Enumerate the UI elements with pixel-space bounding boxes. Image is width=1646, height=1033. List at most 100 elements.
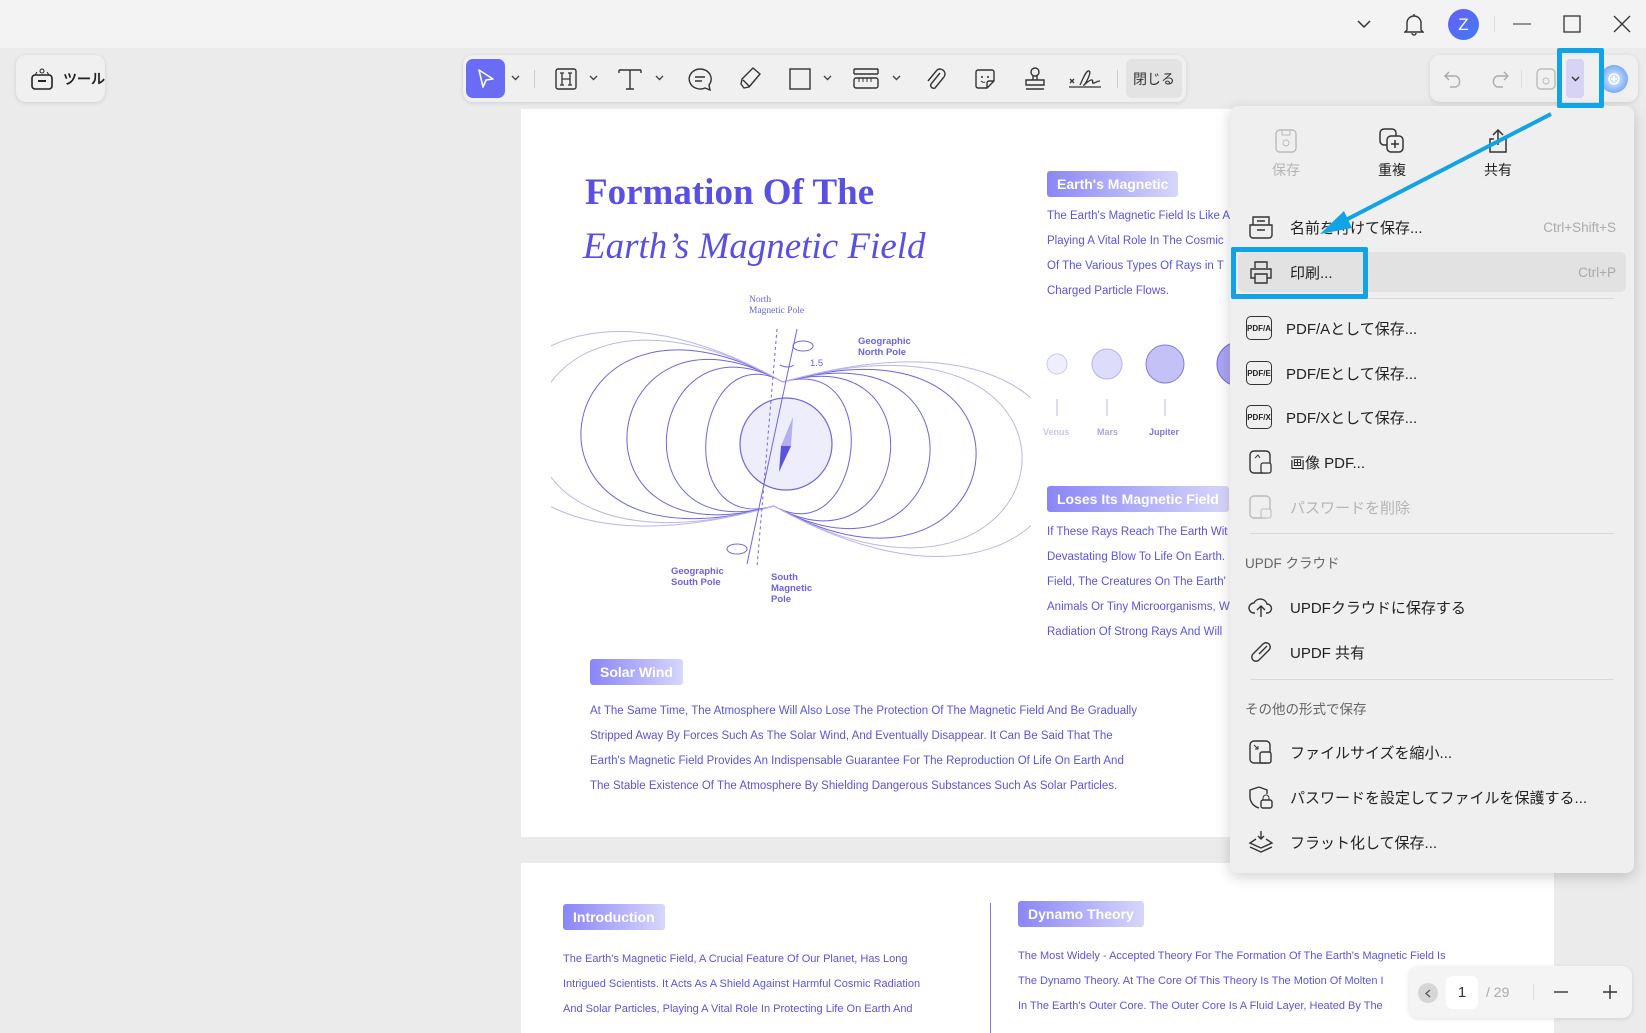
section-tag-dynamo: Dynamo Theory	[1018, 901, 1144, 927]
menu-item-pdfx[interactable]: PDF/X PDF/Xとして保存...	[1238, 397, 1626, 437]
text-line: Intrigued Scientists. It Acts As A Shiel…	[563, 978, 921, 990]
attachment-tool[interactable]	[920, 63, 950, 95]
menu-item-pdfa[interactable]: PDF/A PDF/Aとして保存...	[1238, 308, 1626, 348]
introduction-text: The Earth's Magnetic Field, A Crucial Fe…	[563, 947, 920, 1022]
compress-icon	[1246, 737, 1276, 767]
menu-item-flatten[interactable]: フラット化して保存...	[1238, 822, 1626, 862]
menu-save-label: 保存	[1272, 162, 1300, 178]
menu-item-reduce-size[interactable]: ファイルサイズを縮小...	[1238, 732, 1626, 772]
ruler-icon	[853, 68, 879, 89]
menu-item-protect-password[interactable]: パスワードを設定してファイルを保護する...	[1238, 777, 1626, 817]
save-icon[interactable]	[1534, 63, 1558, 95]
stamp-icon	[1025, 67, 1045, 90]
text-icon	[618, 69, 642, 90]
text-line: If These Rays Reach The Earth Wit	[1047, 526, 1228, 538]
menu-item-label: ファイルサイズを縮小...	[1290, 744, 1453, 762]
pen-icon	[740, 67, 761, 89]
text-line: The Earth's Magnetic Field Is Like A	[1047, 210, 1231, 222]
text-line: The Dynamo Theory. At The Core Of This T…	[1018, 975, 1384, 987]
title-line-1: Formation Of The	[585, 172, 875, 213]
menu-item-save-to-cloud[interactable]: UPDFクラウドに保存する	[1238, 587, 1626, 627]
avatar-letter: Z	[1458, 14, 1469, 34]
stamp-tool[interactable]	[1020, 63, 1050, 95]
zoom-in-button[interactable]	[1602, 984, 1618, 1000]
menu-item-pdfe[interactable]: PDF/E PDF/Eとして保存...	[1238, 353, 1626, 393]
loses-field-text: If These Rays Reach The Earth Wit Devast…	[1047, 520, 1230, 645]
menu-save-button[interactable]: 保存	[1246, 124, 1326, 180]
menu-duplicate-label: 重複	[1378, 162, 1406, 178]
bell-icon[interactable]	[1398, 8, 1430, 40]
divider	[1521, 70, 1522, 88]
avatar[interactable]: Z	[1448, 9, 1479, 40]
right-toolbar	[1430, 55, 1638, 102]
text-line: At The Same Time, The Atmosphere Will Al…	[590, 705, 1137, 717]
flatten-layers-icon	[1246, 827, 1276, 857]
text-line: The Stable Existence Of The Atmosphere B…	[590, 780, 1118, 792]
unlock-icon	[1246, 492, 1276, 522]
text-line: The Most Widely - Accepted Theory For Th…	[1018, 950, 1446, 962]
menu-item-image-pdf[interactable]: 画像 PDF...	[1238, 442, 1626, 482]
ai-assistant-icon[interactable]	[1600, 65, 1628, 93]
redo-icon[interactable]	[1487, 63, 1511, 95]
text-line: Devastating Blow To Life On Earth.	[1047, 551, 1226, 563]
menu-duplicate-button[interactable]: 重複	[1352, 124, 1432, 180]
text-tool[interactable]	[615, 63, 645, 95]
select-tool[interactable]	[466, 59, 505, 98]
solar-wind-text: At The Same Time, The Atmosphere Will Al…	[590, 699, 1137, 799]
save-as-icon	[1246, 212, 1276, 242]
text-line: Charged Particle Flows.	[1047, 285, 1170, 297]
close-icon[interactable]	[1606, 8, 1638, 40]
menu-item-updf-share[interactable]: UPDF 共有	[1238, 632, 1626, 672]
page-number-input[interactable]: 1	[1446, 976, 1478, 1009]
heading-chevron-icon[interactable]	[587, 71, 599, 85]
menu-item-save-as[interactable]: 名前を付けて保存... Ctrl+Shift+S	[1238, 207, 1626, 247]
menu-share-button[interactable]: 共有	[1458, 124, 1538, 180]
comment-tool[interactable]	[685, 63, 715, 95]
menu-item-label: パスワードを設定してファイルを保護する...	[1290, 789, 1588, 807]
zoom-out-button[interactable]	[1553, 984, 1569, 1000]
text-line: And Solar Particles, Playing A Vital Rol…	[563, 1003, 913, 1015]
shortcut-label: Ctrl+P	[1578, 264, 1616, 280]
rectangle-chevron-icon[interactable]	[821, 71, 833, 85]
save-icon	[1275, 129, 1297, 153]
planet-label: Mars	[1097, 427, 1119, 437]
sticker-tool[interactable]	[970, 63, 1000, 95]
north-magnetic-pole-label: North Magnetic Pole	[749, 295, 805, 316]
text-chevron-icon[interactable]	[653, 71, 665, 85]
section-tag-introduction: Introduction	[563, 904, 665, 930]
previous-page-button[interactable]	[1418, 983, 1438, 1003]
section-tag-loses-field: Loses Its Magnetic Field	[1047, 486, 1229, 512]
column-divider	[990, 903, 991, 1033]
pdf-page-2: Introduction The Earth's Magnetic Field,…	[521, 863, 1554, 1033]
geographic-north-label: Geographic North Pole	[858, 336, 911, 358]
heading-tool[interactable]	[551, 63, 581, 95]
menu-separator	[1250, 533, 1614, 534]
page-navigation: 1 / 29	[1409, 966, 1632, 1018]
close-annotation-button[interactable]: 閉じる	[1126, 59, 1182, 98]
chevron-down-icon[interactable]	[1348, 8, 1380, 40]
cloud-upload-icon	[1246, 592, 1276, 622]
undo-icon[interactable]	[1442, 63, 1466, 95]
text-line: Of The Various Types Of Rays in T	[1047, 260, 1224, 272]
signature-tool[interactable]	[1067, 63, 1103, 95]
highlighter-tool[interactable]	[735, 63, 765, 95]
minimize-icon[interactable]	[1506, 8, 1538, 40]
measure-chevron-icon[interactable]	[890, 71, 902, 85]
other-formats-header: その他の形式で保存	[1245, 702, 1367, 717]
tools-button[interactable]: ツール	[16, 55, 105, 102]
pdfa-icon: PDF/A	[1246, 316, 1272, 340]
menu-item-label: UPDF 共有	[1290, 644, 1366, 662]
rectangle-tool[interactable]	[785, 63, 815, 95]
text-line: The Earth's Magnetic Field, A Crucial Fe…	[563, 953, 908, 965]
title-bar: Z	[0, 0, 1646, 48]
select-chevron-icon[interactable]	[509, 71, 521, 85]
angle-label: 1.5	[810, 358, 824, 369]
menu-item-label: PDF/Eとして保存...	[1286, 365, 1418, 383]
section-tag-earths-magnetic: Earth's Magnetic	[1047, 171, 1179, 197]
pdfe-icon: PDF/E	[1246, 361, 1272, 385]
maximize-icon[interactable]	[1556, 8, 1588, 40]
annotation-toolbar: 閉じる	[463, 55, 1186, 102]
planets-illustration	[1046, 341, 1241, 416]
menu-item-remove-password[interactable]: パスワードを削除	[1238, 487, 1626, 527]
measure-tool[interactable]	[851, 63, 881, 95]
